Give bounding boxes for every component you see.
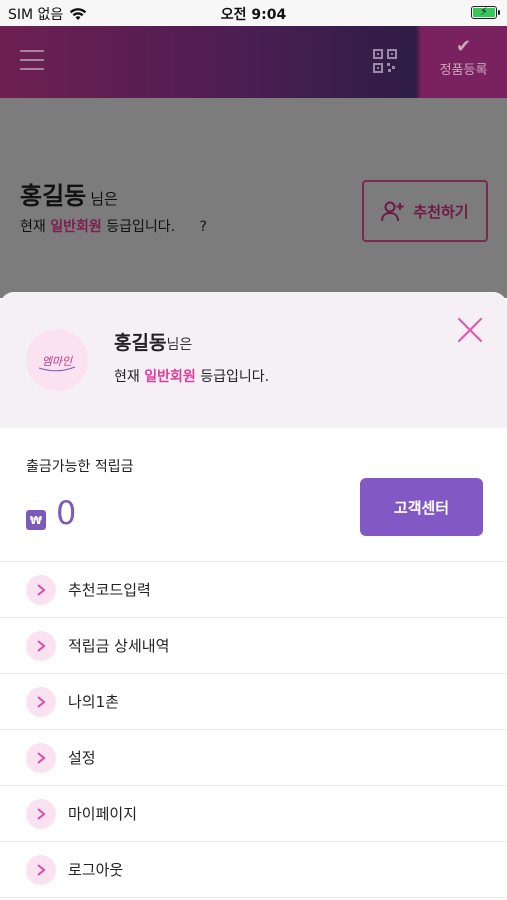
sheet-grade-text: 현재 일반회원 등급입니다. bbox=[114, 366, 269, 386]
bg-grade-help: ? bbox=[199, 219, 207, 235]
balance-label: 출금가능한 적립금 bbox=[26, 459, 134, 475]
menu-item-label: 추천코드입력 bbox=[68, 581, 151, 599]
sheet-user-name: 홍길동님은 bbox=[114, 328, 192, 355]
chevron-right-icon bbox=[26, 855, 56, 885]
menu-item-label: 마이페이지 bbox=[68, 805, 138, 823]
sheet-name-text: 홍길동 bbox=[114, 332, 167, 354]
bg-grade-value: 일반회원 bbox=[50, 219, 102, 235]
bg-name-text: 홍길동 bbox=[20, 182, 87, 210]
menu-item-points-history[interactable]: 적립금 상세내역 bbox=[0, 618, 507, 674]
bg-name-suffix: 님은 bbox=[90, 190, 118, 208]
menu-item-my-page[interactable]: 마이페이지 bbox=[0, 786, 507, 842]
bg-grade-suffix: 등급입니다. bbox=[106, 219, 176, 235]
status-bar: SIM 없음 오전 9:04 ⚡ bbox=[0, 0, 507, 26]
chevron-right-icon bbox=[26, 743, 56, 773]
won-currency-icon: ₩ bbox=[26, 510, 46, 530]
bottom-sheet: 엠마인 홍길동님은 현재 일반회원 등급입니다. 출금가능한 적립금 ₩ 0 고… bbox=[0, 292, 507, 900]
battery-icon: ⚡ bbox=[471, 5, 500, 19]
menu-list: 추천코드입력 적립금 상세내역 나의1촌 설정 마이페이지 로그아웃 bbox=[0, 562, 507, 898]
status-time: 오전 9:04 bbox=[220, 7, 287, 23]
add-user-icon bbox=[381, 201, 404, 222]
chevron-right-icon bbox=[26, 631, 56, 661]
sheet-grade-suffix: 등급입니다. bbox=[200, 369, 270, 385]
register-product-button[interactable]: ✔ 정품등록 bbox=[420, 26, 507, 98]
recommend-label: 추천하기 bbox=[413, 202, 469, 221]
profile-section: 엠마인 홍길동님은 현재 일반회원 등급입니다. bbox=[0, 292, 507, 428]
app-header: ✔ 정품등록 bbox=[0, 26, 507, 98]
customer-center-button[interactable]: 고객센터 bbox=[360, 478, 483, 536]
chevron-right-icon bbox=[26, 687, 56, 717]
menu-item-my-network[interactable]: 나의1촌 bbox=[0, 674, 507, 730]
background-dim-overlay[interactable]: 홍길동 님은 현재 일반회원 등급입니다. ? 추천하기 bbox=[0, 98, 507, 298]
menu-item-label: 로그아웃 bbox=[68, 861, 124, 879]
balance-section: 출금가능한 적립금 ₩ 0 고객센터 bbox=[0, 428, 507, 562]
close-icon[interactable] bbox=[456, 316, 484, 344]
hamburger-menu-icon[interactable] bbox=[20, 50, 44, 72]
bg-user-name: 홍길동 님은 bbox=[20, 176, 118, 211]
menu-item-settings[interactable]: 설정 bbox=[0, 730, 507, 786]
chevron-right-icon bbox=[26, 575, 56, 605]
sheet-grade-prefix: 현재 bbox=[114, 369, 140, 385]
sheet-grade-value: 일반회원 bbox=[144, 369, 196, 385]
qr-code-icon[interactable] bbox=[372, 48, 398, 74]
svg-text:엠마인: 엠마인 bbox=[42, 355, 73, 368]
balance-value: 0 bbox=[56, 494, 77, 532]
menu-item-label: 나의1촌 bbox=[68, 693, 119, 711]
menu-item-logout[interactable]: 로그아웃 bbox=[0, 842, 507, 898]
avatar: 엠마인 bbox=[26, 329, 88, 391]
menu-item-recommend-code[interactable]: 추천코드입력 bbox=[0, 562, 507, 618]
bg-grade-text: 현재 일반회원 등급입니다. ? bbox=[20, 216, 207, 236]
brand-logo: 엠마인 bbox=[38, 355, 76, 372]
bg-grade-prefix: 현재 bbox=[20, 219, 46, 235]
recommend-button[interactable]: 추천하기 bbox=[362, 180, 488, 242]
checkmark-icon: ✔ bbox=[455, 36, 472, 57]
sheet-name-suffix: 님은 bbox=[166, 337, 193, 353]
menu-item-label: 적립금 상세내역 bbox=[68, 637, 170, 655]
menu-item-label: 설정 bbox=[68, 749, 96, 767]
register-product-label: 정품등록 bbox=[439, 63, 488, 78]
chevron-right-icon bbox=[26, 799, 56, 829]
